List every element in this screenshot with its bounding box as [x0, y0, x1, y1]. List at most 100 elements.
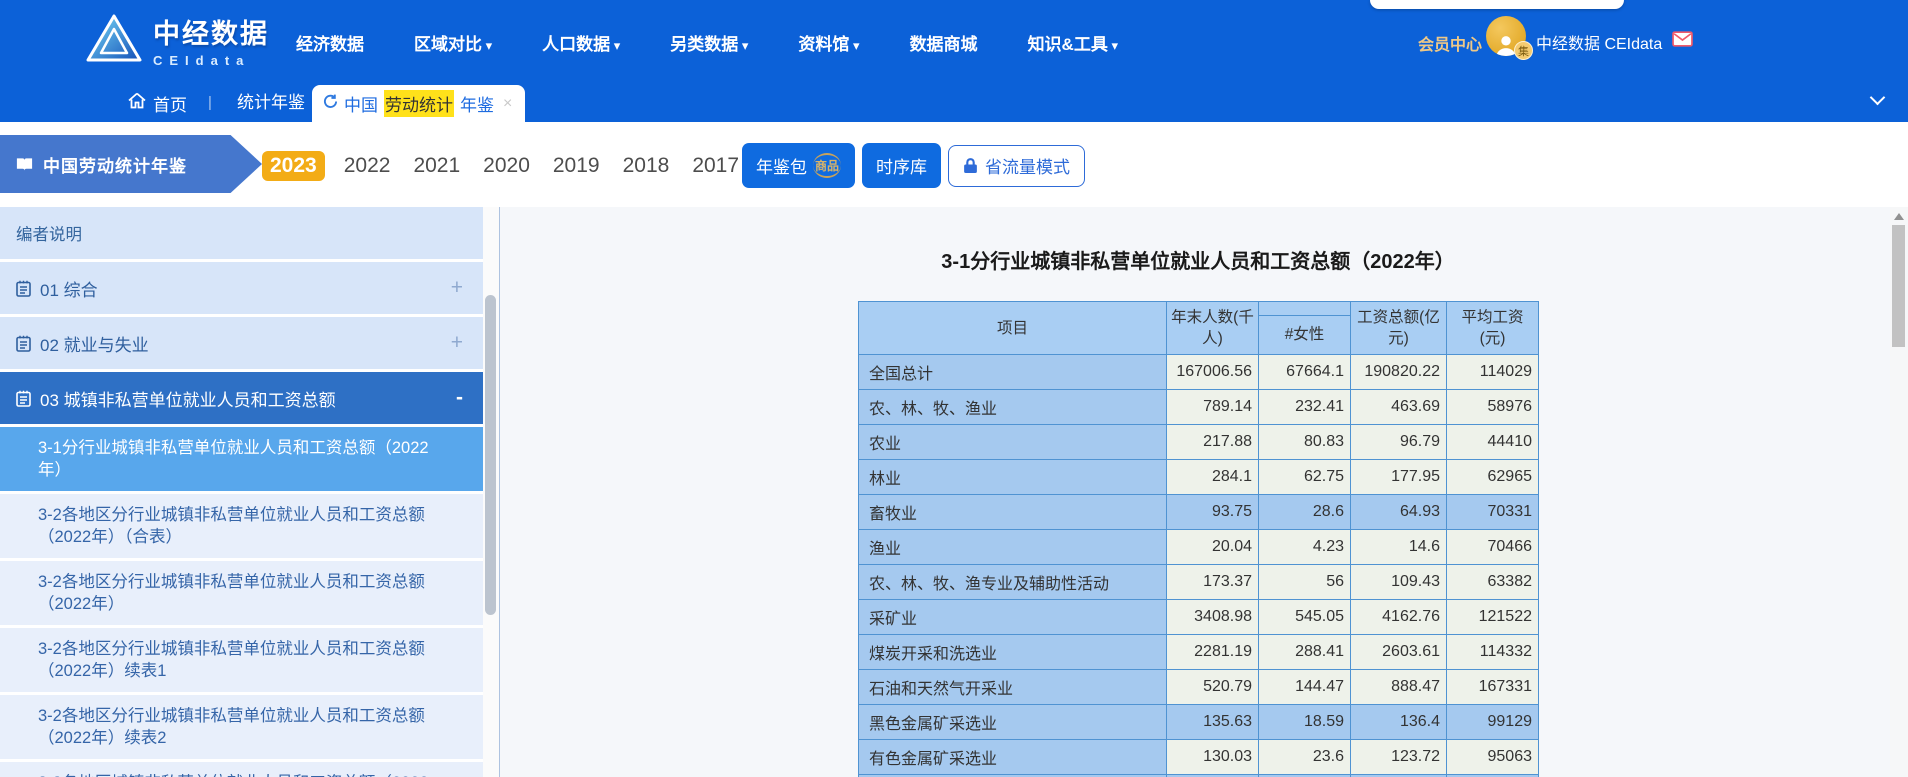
col-header-avg-wage: 平均工资(元) — [1446, 301, 1539, 355]
search-input[interactable] — [1370, 0, 1624, 9]
col-header-total-wage: 工资总额(亿元) — [1350, 301, 1447, 355]
chapter-label: 02 就业与失业 — [40, 335, 149, 355]
cell-total-wage: 888.47 — [1350, 669, 1447, 705]
cell-industry: 有色金属矿采选业 — [858, 739, 1167, 775]
cell-total-wage: 4162.76 — [1350, 599, 1447, 635]
table-title: 3-1分行业城镇非私营单位就业人员和工资总额（2022年） — [941, 251, 1455, 273]
cell-female: 56 — [1258, 564, 1351, 600]
nav-item[interactable]: 知识&工具 — [1028, 30, 1118, 55]
product-badge: 商品 — [813, 153, 842, 178]
cell-female: 67664.1 — [1258, 354, 1351, 390]
sidebar-section[interactable]: 3-2各地区分行业城镇非私营单位就业人员和工资总额（2022年） — [0, 561, 483, 625]
nav-item[interactable]: 人口数据 — [542, 30, 620, 55]
cell-year-end-count: 3408.98 — [1166, 599, 1259, 635]
cell-industry: 畜牧业 — [858, 494, 1167, 530]
tab-label-highlight: 劳动统计 — [384, 90, 454, 117]
table-header: 项目 年末人数(千人) 工资总额(亿元) 平均工资(元) #女性 — [858, 301, 1539, 356]
cell-year-end-count: 284.1 — [1166, 459, 1259, 495]
cell-female: 545.05 — [1258, 599, 1351, 635]
table-row: 黑色金属矿采选业 135.63 18.59 136.4 99129 — [858, 704, 1539, 740]
refresh-icon[interactable] — [323, 94, 338, 114]
table-body: 全国总计 167006.56 67664.1 190820.22 114029 … — [858, 354, 1539, 777]
cell-industry: 农业 — [858, 424, 1167, 460]
year-selector: 2023 2022 2021 2020 2019 2018 2017 .....… — [262, 146, 801, 186]
sidebar-scrollbar-thumb[interactable] — [485, 295, 496, 615]
sidebar-item-editors-note[interactable]: 编者说明 — [0, 207, 483, 259]
cell-year-end-count: 217.88 — [1166, 424, 1259, 460]
cell-female: 18.59 — [1258, 704, 1351, 740]
page-scrollbar[interactable] — [1890, 207, 1908, 777]
page-scrollbar-thumb[interactable] — [1892, 225, 1905, 347]
cell-year-end-count: 520.79 — [1166, 669, 1259, 705]
year-item[interactable]: 2023 — [262, 151, 325, 181]
cell-industry: 渔业 — [858, 529, 1167, 565]
year-item[interactable]: 2018 — [619, 152, 674, 180]
chapter-label: 03 城镇非私营单位就业人员和工资总额 — [40, 390, 336, 410]
sidebar-scrollbar[interactable] — [483, 207, 499, 777]
cell-year-end-count: 167006.56 — [1166, 354, 1259, 390]
sidebar-chapter[interactable]: 01 综合 + — [0, 262, 483, 314]
site-logo[interactable]: 中经数据 CEIdata — [85, 12, 269, 68]
nav-item[interactable]: 资料馆 — [798, 30, 859, 55]
nav-item[interactable]: 区域对比 — [414, 30, 492, 55]
cell-industry: 石油和天然气开采业 — [858, 669, 1167, 705]
cell-year-end-count: 173.37 — [1166, 564, 1259, 600]
nav-item[interactable]: 经济数据 — [296, 30, 364, 55]
sidebar-section[interactable]: 3-2各地区分行业城镇非私营单位就业人员和工资总额（2022年）（合表） — [0, 494, 483, 558]
sidebar-section[interactable]: 3-2各地区分行业城镇非私营单位就业人员和工资总额（2022年）续表1 — [0, 628, 483, 692]
chapter-toggle[interactable]: + — [451, 276, 463, 300]
cell-avg-wage: 99129 — [1446, 704, 1539, 740]
member-center-link[interactable]: 会员中心 — [1418, 31, 1482, 55]
year-item[interactable]: 2022 — [340, 152, 395, 180]
username[interactable]: 中经数据 CEIdata — [1536, 30, 1662, 54]
page: 中经数据 CEIdata 经济数据 区域对比 人口数据 另类数据 资料馆 数据商… — [0, 0, 1908, 777]
sidebar-chapter[interactable]: 03 城镇非私营单位就业人员和工资总额 - — [0, 372, 483, 424]
main-content: 3-1分行业城镇非私营单位就业人员和工资总额（2022年） 项目 年末人数(千人… — [500, 207, 1890, 777]
chapter-toggle[interactable]: + — [451, 331, 463, 355]
sidebar-section[interactable]: 3-2各地区分行业城镇非私营单位就业人员和工资总额（2022年）续表2 — [0, 695, 483, 759]
low-data-mode-button[interactable]: 省流量模式 — [948, 144, 1086, 187]
cell-year-end-count: 130.03 — [1166, 739, 1259, 775]
home-link[interactable]: 首页 — [128, 84, 187, 122]
cell-avg-wage: 70331 — [1446, 494, 1539, 530]
cell-total-wage: 14.6 — [1350, 529, 1447, 565]
cell-female: 4.23 — [1258, 529, 1351, 565]
yearbook-package-button[interactable]: 年鉴包 商品 — [742, 143, 856, 188]
mail-icon[interactable] — [1672, 31, 1693, 52]
avatar[interactable]: 集 — [1486, 16, 1533, 60]
breadcrumb-row: 首页 | 统计年鉴 中国 劳动统计 年鉴 × — [0, 84, 1908, 122]
cell-industry: 全国总计 — [858, 354, 1167, 390]
chapter-list: 01 综合 + 02 就业与失业 + 03 城镇非私营单位就业人员和工资总额 - — [0, 262, 483, 424]
nav-item[interactable]: 数据商城 — [910, 30, 978, 55]
cell-industry: 采矿业 — [858, 599, 1167, 635]
cell-year-end-count: 2281.19 — [1166, 634, 1259, 670]
cell-year-end-count: 20.04 — [1166, 529, 1259, 565]
cell-total-wage: 190820.22 — [1350, 354, 1447, 390]
nav-item[interactable]: 另类数据 — [670, 30, 748, 55]
year-item[interactable]: 2020 — [479, 152, 534, 180]
cell-avg-wage: 114029 — [1446, 354, 1539, 390]
cell-total-wage: 2603.61 — [1350, 634, 1447, 670]
scroll-up-arrow-icon[interactable] — [1894, 213, 1904, 220]
breadcrumb-separator: | — [208, 94, 212, 111]
year-item[interactable]: 2021 — [409, 152, 464, 180]
sidebar-section[interactable]: 3-3各地区城镇非私营单位就业人员和工资总额（2022年） — [0, 762, 483, 777]
cell-avg-wage: 63382 — [1446, 564, 1539, 600]
year-item[interactable]: 2017 — [688, 152, 743, 180]
time-series-button[interactable]: 时序库 — [862, 143, 942, 188]
lock-icon — [963, 157, 978, 174]
sidebar-section[interactable]: 3-1分行业城镇非私营单位就业人员和工资总额（2022年） — [0, 427, 483, 491]
chapter-sidebar: 编者说明 01 综合 + 02 就业与失业 + 03 城镇非私营单位就业人员和工… — [0, 207, 483, 777]
tab-china-labor-yearbook[interactable]: 中国 劳动统计 年鉴 × — [312, 85, 526, 122]
yearbook-nav-link[interactable]: 统计年鉴 — [237, 84, 305, 122]
cell-total-wage: 109.43 — [1350, 564, 1447, 600]
tab-label-suffix: 年鉴 — [460, 96, 494, 115]
chapter-toggle[interactable]: - — [456, 386, 463, 410]
sidebar-chapter[interactable]: 02 就业与失业 + — [0, 317, 483, 369]
tab-close-icon[interactable]: × — [503, 95, 512, 113]
yearbook-banner-title: 中国劳动统计年鉴 — [43, 156, 187, 176]
chevron-down-icon[interactable] — [1869, 89, 1886, 106]
year-item[interactable]: 2019 — [549, 152, 604, 180]
tab-label-prefix: 中国 — [344, 96, 378, 115]
table-row: 农、林、牧、渔业 789.14 232.41 463.69 58976 — [858, 389, 1539, 425]
